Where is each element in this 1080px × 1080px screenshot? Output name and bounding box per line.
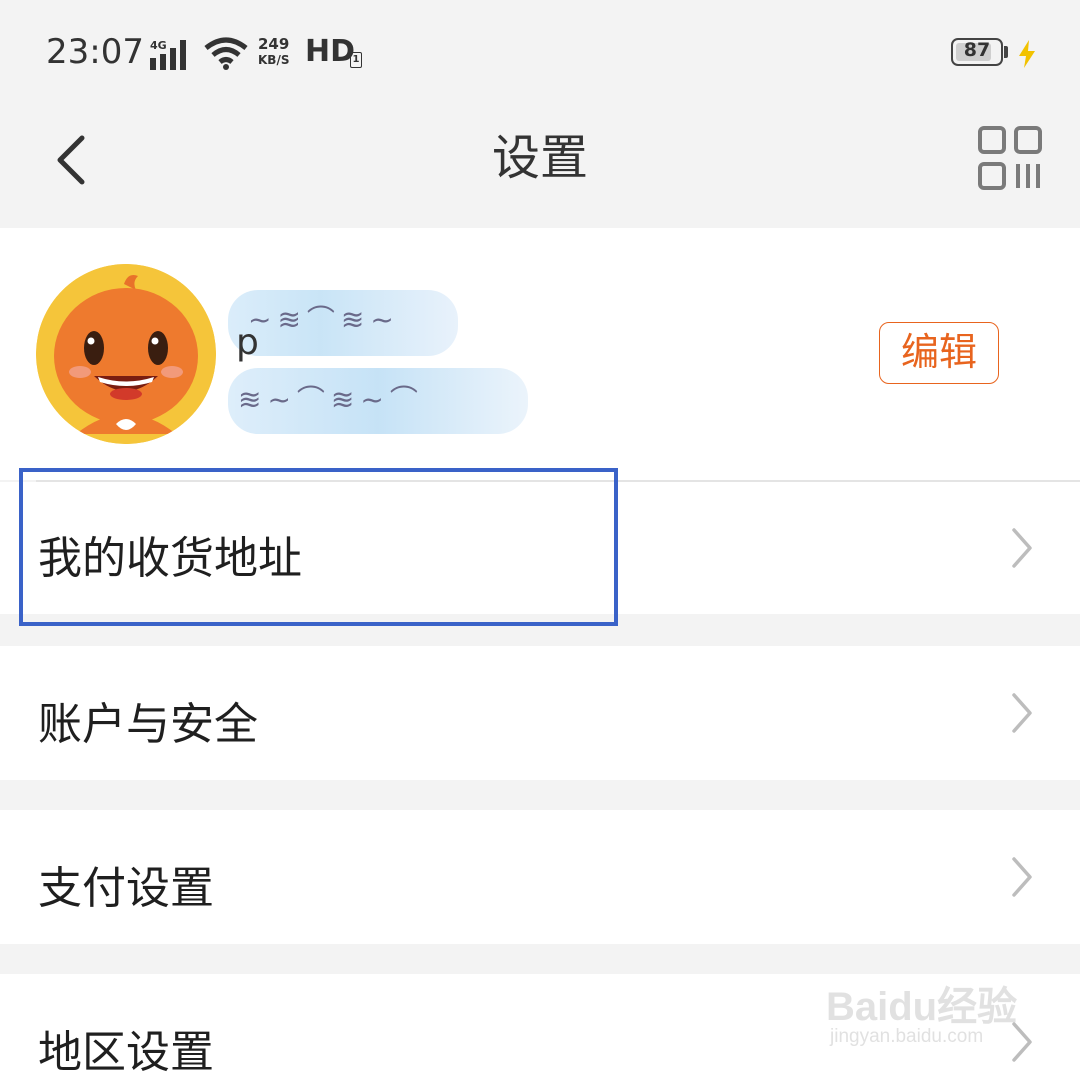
battery-tip — [1004, 46, 1008, 58]
network-type: 4G — [150, 40, 167, 52]
chevron-right-icon — [1012, 693, 1032, 733]
battery-percent: 87 — [963, 39, 991, 61]
profile-card[interactable]: ~≋⌒≋~ ≋~⌒≋~⌒ p 编辑 — [0, 228, 1080, 480]
wifi-icon — [204, 37, 248, 70]
menu-item-label: 账户与安全 — [38, 699, 258, 750]
avatar[interactable] — [36, 264, 216, 444]
charging-icon — [1019, 40, 1035, 68]
chevron-right-icon — [1012, 857, 1032, 897]
speed-unit: KB/S — [258, 53, 290, 67]
baidu-watermark: Baidu经验 jingyan.baidu.com — [826, 968, 1066, 1058]
annotation-highlight-box — [19, 468, 618, 626]
status-time: 23:07 — [46, 32, 144, 72]
menu-item-label: 支付设置 — [38, 863, 214, 914]
chevron-right-icon — [1012, 528, 1032, 568]
watermark-url: jingyan.baidu.com — [830, 1026, 984, 1047]
qr-code-icon[interactable] — [978, 126, 1042, 190]
signal-icon: 4G — [150, 40, 186, 70]
hd-sim-indicator: 1 — [350, 52, 362, 68]
mosaic-doodle: ~≋⌒≋~ — [248, 303, 400, 336]
page-title: 设置 — [491, 130, 588, 186]
speed-value: 249 — [258, 35, 290, 53]
username: p — [236, 322, 259, 363]
menu-item-account-security[interactable]: 账户与安全 — [0, 646, 1080, 780]
watermark-logo: Baidu经验 — [826, 985, 1018, 1029]
status-bar: 23:07 4G 249 KB/S HD 1 87 — [0, 0, 1080, 108]
network-speed: 249 KB/S — [258, 36, 289, 68]
edit-profile-button[interactable]: 编辑 — [879, 322, 999, 384]
menu-item-label: 地区设置 — [38, 1027, 214, 1078]
battery-icon: 87 — [951, 38, 1003, 66]
nav-bar: 设置 — [0, 108, 1080, 228]
menu-item-payment-settings[interactable]: 支付设置 — [0, 810, 1080, 944]
mosaic-doodle: ≋~⌒≋~⌒ — [238, 383, 424, 416]
mascot-avatar-icon — [36, 264, 216, 444]
hd-indicator: HD — [305, 34, 356, 69]
